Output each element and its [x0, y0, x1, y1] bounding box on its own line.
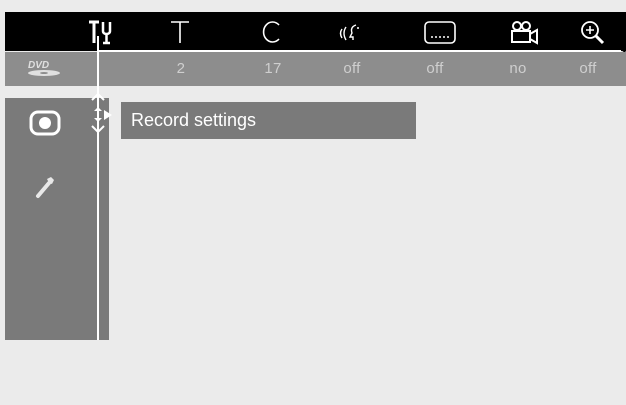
menu-item-label: Record settings: [131, 110, 257, 130]
cursor-arrows-icon: [91, 92, 112, 134]
dvd-logo: DVD: [28, 60, 60, 76]
chapter-icon[interactable]: [257, 12, 287, 51]
zoom-value: off: [579, 60, 597, 77]
camera-angle-icon[interactable]: [505, 12, 545, 51]
angle-value: no: [509, 60, 527, 77]
menu-item-record-settings[interactable]: Record settings: [121, 102, 416, 139]
subtitle-icon[interactable]: [420, 12, 460, 51]
settings-tools-icon[interactable]: [83, 12, 117, 51]
title-icon[interactable]: [165, 12, 195, 51]
zoom-icon[interactable]: [575, 12, 611, 51]
title-value: 2: [176, 60, 186, 77]
audio-value: off: [343, 60, 361, 77]
wrench-icon[interactable]: [33, 174, 59, 200]
audio-icon[interactable]: [333, 12, 373, 51]
record-icon[interactable]: [29, 110, 61, 136]
subtitle-value: off: [426, 60, 444, 77]
svg-text:DVD: DVD: [28, 60, 49, 71]
sidebar: [5, 98, 109, 340]
menu-divider-vertical: [97, 36, 99, 340]
chapter-value: 17: [264, 60, 282, 77]
